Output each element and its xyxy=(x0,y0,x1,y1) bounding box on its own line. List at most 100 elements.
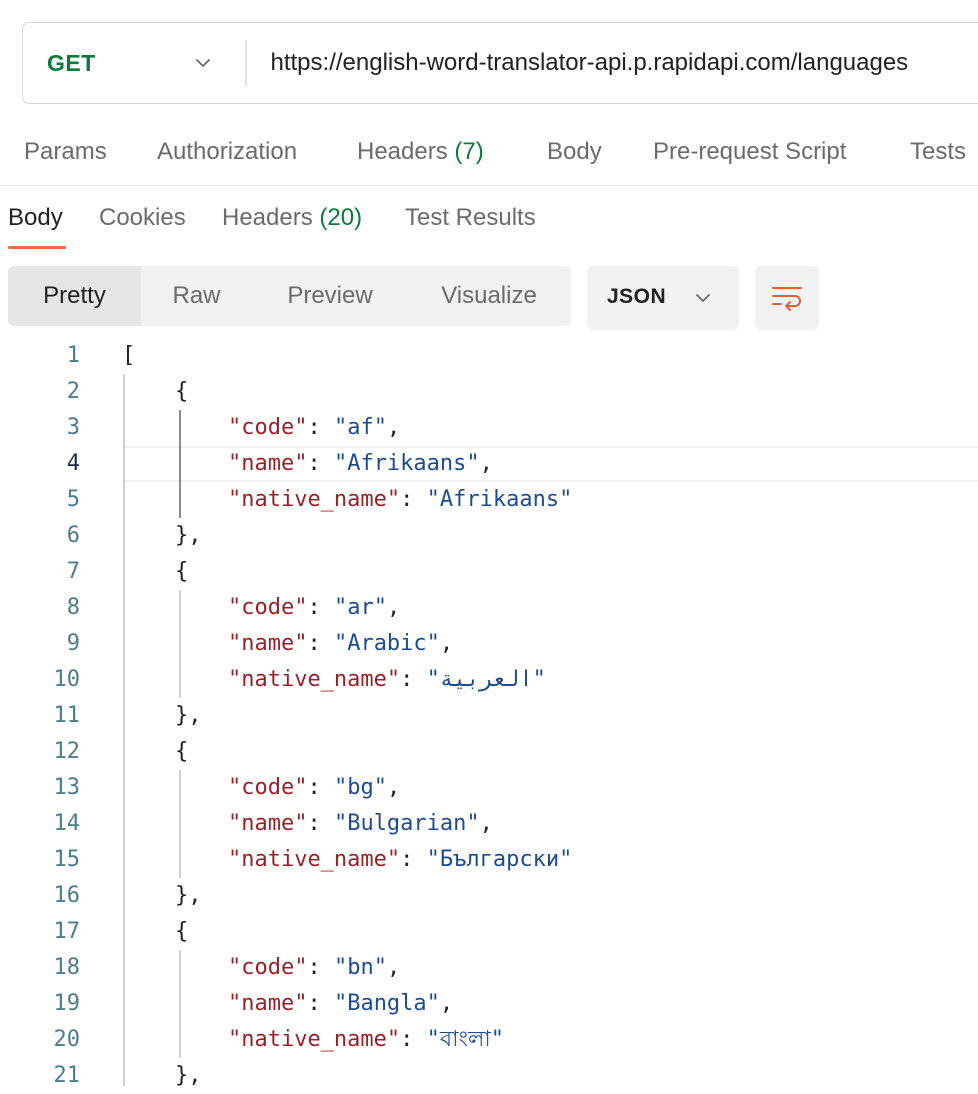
code-line: 3 "code": "af", xyxy=(0,410,978,446)
code-text: { xyxy=(122,559,189,584)
method-select[interactable]: GET xyxy=(23,23,245,103)
json-colon: : xyxy=(400,487,427,512)
code-line: 5 "native_name": "Afrikaans" xyxy=(0,482,978,518)
request-tabs: Params Authorization Headers (7) Body Pr… xyxy=(0,124,978,186)
code-text: "code": "af", xyxy=(122,410,400,446)
line-number: 6 xyxy=(66,523,80,548)
line-number: 20 xyxy=(53,1027,81,1052)
json-key: "name" xyxy=(227,991,308,1016)
wrap-lines-button[interactable] xyxy=(755,266,819,330)
line-number: 18 xyxy=(53,955,81,980)
tab-body[interactable]: Body xyxy=(547,138,602,166)
line-number: 7 xyxy=(66,559,80,584)
json-value: "bg" xyxy=(333,775,387,800)
code-text: }, xyxy=(122,1063,202,1088)
tab-params[interactable]: Params xyxy=(24,138,107,166)
code-text: }, xyxy=(122,523,202,548)
json-key: "name" xyxy=(227,811,308,836)
code-line: 4 "name": "Afrikaans", xyxy=(0,446,978,482)
json-colon: : xyxy=(307,955,334,980)
json-colon: : xyxy=(307,811,334,836)
code-text: { xyxy=(122,739,189,764)
line-number: 11 xyxy=(53,703,81,728)
view-pretty-button[interactable]: Pretty xyxy=(8,266,141,326)
response-headers-count: (20) xyxy=(319,204,363,231)
response-tab-body[interactable]: Body xyxy=(8,204,63,232)
method-label: GET xyxy=(47,49,96,76)
json-colon: : xyxy=(307,631,334,656)
json-punct: , xyxy=(386,595,401,620)
code-text: "native_name": "Български" xyxy=(122,842,572,878)
json-value: "Bangla" xyxy=(333,991,440,1016)
view-preview-button[interactable]: Preview xyxy=(270,266,390,326)
code-line: 12 { xyxy=(0,734,978,770)
code-line: 9 "name": "Arabic", xyxy=(0,626,978,662)
tab-authorization[interactable]: Authorization xyxy=(157,138,297,166)
json-value: "Български" xyxy=(426,847,573,872)
code-text: { xyxy=(122,919,189,944)
code-line: 19 "name": "Bangla", xyxy=(0,986,978,1022)
json-colon: : xyxy=(400,1027,427,1052)
format-label: JSON xyxy=(607,285,667,308)
response-tab-headers[interactable]: Headers (20) xyxy=(222,204,362,232)
code-line: 8 "code": "ar", xyxy=(0,590,978,626)
wrap-lines-icon xyxy=(772,287,802,311)
line-number: 17 xyxy=(53,919,81,944)
json-punct: , xyxy=(439,631,454,656)
tab-headers[interactable]: Headers (7) xyxy=(357,138,484,166)
json-colon: : xyxy=(400,667,427,692)
code-text: "name": "Arabic", xyxy=(122,626,453,662)
tab-tests[interactable]: Tests xyxy=(910,138,966,166)
code-line: 7 { xyxy=(0,554,978,590)
view-visualize-button[interactable]: Visualize xyxy=(426,266,552,326)
code-line: 6 }, xyxy=(0,518,978,554)
line-number: 3 xyxy=(66,415,80,440)
url-input[interactable]: https://english-word-translator-api.p.ra… xyxy=(247,49,909,77)
json-key: "name" xyxy=(227,631,308,656)
line-number: 1 xyxy=(66,343,80,368)
code-text: "native_name": "العربية" xyxy=(122,662,546,698)
line-number: 19 xyxy=(53,991,81,1016)
line-number: 13 xyxy=(53,775,81,800)
code-line: 2 { xyxy=(0,374,978,410)
line-number: 12 xyxy=(53,739,81,764)
json-value: "العربية" xyxy=(426,667,546,692)
line-number: 10 xyxy=(53,667,81,692)
json-punct: , xyxy=(386,415,401,440)
json-colon: : xyxy=(307,775,334,800)
code-text: [ xyxy=(122,343,136,368)
tab-pre-request-script[interactable]: Pre-request Script xyxy=(653,138,846,166)
response-tab-test-results[interactable]: Test Results xyxy=(405,204,536,232)
json-value: "Afrikaans" xyxy=(333,451,480,476)
json-punct: , xyxy=(479,451,493,476)
json-key: "native_name" xyxy=(227,667,401,692)
code-text: "name": "Bulgarian", xyxy=(122,806,493,842)
json-value: "af" xyxy=(333,415,387,440)
json-value: "bn" xyxy=(333,955,387,980)
json-value: "Afrikaans" xyxy=(426,487,573,512)
code-text: }, xyxy=(122,703,202,728)
json-key: "native_name" xyxy=(227,487,401,512)
line-number: 15 xyxy=(53,847,81,872)
code-text: "code": "bg", xyxy=(122,770,400,806)
code-text: "code": "bn", xyxy=(122,950,400,986)
view-raw-button[interactable]: Raw xyxy=(148,266,245,326)
format-select[interactable]: JSON xyxy=(587,266,739,330)
json-key: "code" xyxy=(227,595,308,620)
json-key: "name" xyxy=(227,451,308,476)
json-value: "Arabic" xyxy=(333,631,440,656)
response-code-viewer[interactable]: 1[2 {3 "code": "af", 4 "name": "Afrikaans… xyxy=(0,338,978,1088)
json-colon: : xyxy=(307,595,334,620)
chevron-down-icon xyxy=(696,294,710,302)
code-text: "name": "Bangla", xyxy=(122,986,453,1022)
response-tab-cookies[interactable]: Cookies xyxy=(99,204,186,232)
request-url-bar: GET https://english-word-translator-api.… xyxy=(22,22,978,104)
line-number: 2 xyxy=(66,379,80,404)
response-tabs: Body Cookies Headers (20) Test Results xyxy=(0,186,978,252)
code-line: 18 "code": "bn", xyxy=(0,950,978,986)
code-text: "name": "Afrikaans", xyxy=(122,446,493,482)
json-colon: : xyxy=(307,451,334,476)
json-value: "বাংলা" xyxy=(426,1027,505,1052)
code-text: "code": "ar", xyxy=(122,590,400,626)
json-colon: : xyxy=(307,415,334,440)
